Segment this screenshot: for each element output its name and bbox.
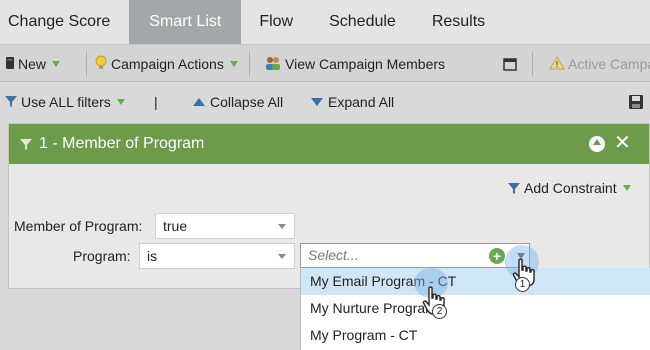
filter-title: 1 - Member of Program xyxy=(39,135,205,152)
program-option[interactable]: My Email Program - CT xyxy=(301,268,650,295)
program-search-input[interactable]: Select... + xyxy=(300,243,530,268)
activate-label: Active Campa xyxy=(568,56,650,72)
member-of-program-select[interactable]: true xyxy=(155,213,295,239)
program-option[interactable]: My Program - CT xyxy=(301,322,650,349)
campaign-actions-button[interactable]: Campaign Actions xyxy=(94,45,238,83)
tab-schedule[interactable]: Schedule xyxy=(311,0,414,44)
filter-header: 1 - Member of Program ✕ xyxy=(9,124,649,164)
member-of-program-label: Member of Program: xyxy=(14,218,143,234)
collapse-all-button[interactable]: Collapse All xyxy=(193,82,283,122)
program-operator-select[interactable]: is xyxy=(139,243,295,269)
toolbar-divider xyxy=(86,51,87,77)
chevron-down-icon xyxy=(52,61,61,67)
step-badge-1: 1 xyxy=(515,277,530,292)
use-all-filters-button[interactable]: Use ALL filters xyxy=(4,82,125,122)
filter-bar-divider: | xyxy=(154,94,158,110)
warning-icon xyxy=(549,55,565,73)
tab-smart-list[interactable]: Smart List xyxy=(129,0,242,44)
close-icon[interactable]: ✕ xyxy=(614,132,631,154)
program-dropdown-list: My Email Program - CT My Nurture Program… xyxy=(300,268,650,350)
save-icon[interactable] xyxy=(628,82,644,122)
new-label: New xyxy=(18,56,47,72)
step-badge-2: 2 xyxy=(432,304,447,319)
filter-bar: Use ALL filters | Collapse All Expand Al… xyxy=(0,82,650,122)
expand-all-button[interactable]: Expand All xyxy=(311,82,394,122)
program-label: Program: xyxy=(73,248,131,264)
member-of-program-value: true xyxy=(163,218,188,234)
filter-funnel-icon xyxy=(4,94,18,111)
use-all-filters-label: Use ALL filters xyxy=(21,94,111,110)
tab-flow[interactable]: Flow xyxy=(241,0,311,44)
new-button[interactable]: New xyxy=(5,45,61,83)
toolbar-divider xyxy=(249,51,250,77)
tab-results[interactable]: Results xyxy=(414,0,503,44)
expand-all-label: Expand All xyxy=(328,94,395,110)
toolbar-divider xyxy=(532,51,533,77)
add-constraint-label: Add Constraint xyxy=(524,180,617,196)
chevron-down-icon xyxy=(229,61,238,67)
activate-button[interactable]: Active Campa xyxy=(549,45,650,83)
add-constraint-button[interactable]: Add Constraint xyxy=(507,180,631,196)
chevron-down-icon xyxy=(278,224,286,229)
program-operator-value: is xyxy=(147,248,158,264)
program-search-placeholder: Select... xyxy=(308,247,359,263)
lightbulb-icon xyxy=(94,55,108,74)
add-program-icon[interactable]: + xyxy=(489,248,505,264)
chevron-down-icon xyxy=(622,185,631,191)
move-up-icon[interactable] xyxy=(589,136,605,152)
view-campaign-members-label: View Campaign Members xyxy=(285,56,446,72)
campaign-actions-label: Campaign Actions xyxy=(111,56,224,72)
filter-funnel-icon xyxy=(19,137,33,151)
new-document-icon xyxy=(5,56,15,73)
people-icon xyxy=(264,55,282,74)
expand-icon xyxy=(311,98,323,106)
window-icon[interactable] xyxy=(503,45,517,83)
chevron-down-icon xyxy=(116,99,125,105)
tab-bar: Change Score Smart List Flow Schedule Re… xyxy=(0,0,650,44)
tab-change-score[interactable]: Change Score xyxy=(0,0,129,44)
chevron-down-icon xyxy=(278,254,286,259)
program-option[interactable]: My Nurture Program xyxy=(301,295,650,322)
collapse-icon xyxy=(193,98,205,106)
collapse-all-label: Collapse All xyxy=(210,94,284,110)
filter-funnel-icon xyxy=(507,181,521,195)
toolbar: New Campaign Actions View Campaign Membe… xyxy=(0,44,650,82)
view-campaign-members-button[interactable]: View Campaign Members xyxy=(264,45,445,83)
